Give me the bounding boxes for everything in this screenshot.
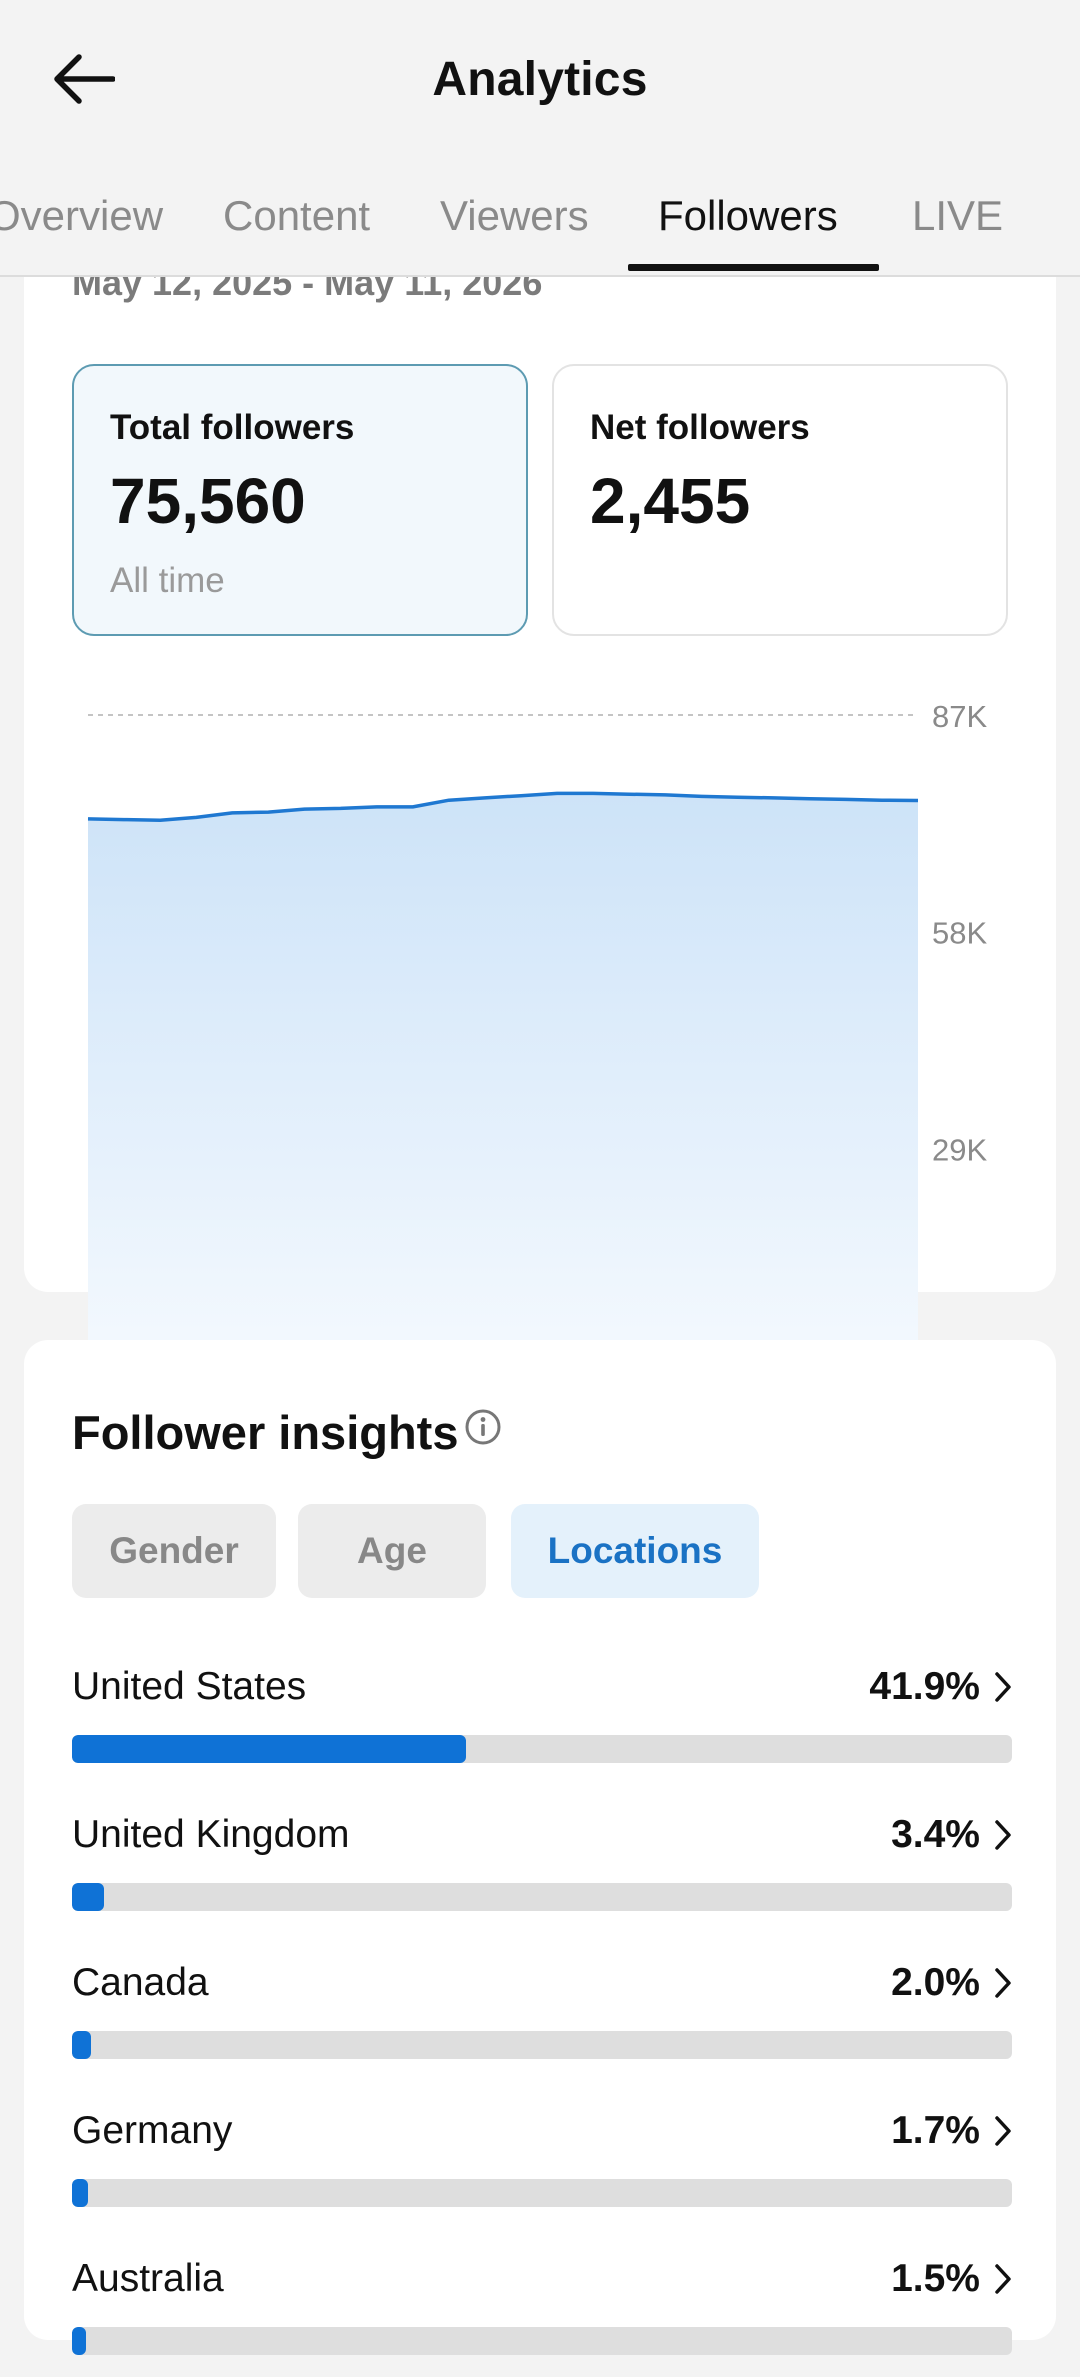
chip-age[interactable]: Age (298, 1504, 486, 1598)
total-followers-value: 75,560 (110, 464, 306, 538)
location-percent: 2.0% (891, 1961, 980, 2005)
y-tick-label: 29K (932, 1132, 987, 1167)
tab-followers[interactable]: Followers (658, 185, 838, 275)
location-percent: 3.4% (891, 1813, 980, 1857)
y-tick-label: 58K (932, 916, 987, 951)
total-followers-period: All time (110, 561, 225, 601)
progress-track (72, 2179, 1012, 2207)
active-tab-indicator (628, 264, 879, 271)
location-name: Germany (72, 2109, 232, 2153)
info-icon[interactable] (464, 1408, 502, 1451)
location-name: United Kingdom (72, 1813, 350, 1857)
progress-fill (72, 1883, 104, 1911)
chevron-right-icon (994, 1819, 1012, 1856)
progress-track (72, 2327, 1012, 2355)
followers-area-chart: 29K58K87KMay 12, 2025May 11, 2026 (24, 680, 1056, 1440)
followers-card: May 12, 2025 - May 11, 2026 Total follow… (24, 200, 1056, 1292)
location-row[interactable]: United Kingdom 3.4% (72, 1813, 1012, 1933)
location-percent: 1.7% (891, 2109, 980, 2153)
location-percent: 1.5% (891, 2257, 980, 2301)
chip-gender[interactable]: Gender (72, 1504, 276, 1598)
total-followers-label: Total followers (110, 408, 354, 448)
page-title: Analytics (0, 52, 1080, 107)
top-bar: Analytics Overview Content Viewers Follo… (0, 0, 1080, 277)
tab-live[interactable]: LIVE (912, 185, 1003, 275)
tab-content[interactable]: Content (223, 185, 370, 275)
series-area (88, 793, 918, 1365)
chevron-right-icon (994, 2115, 1012, 2152)
progress-track (72, 1735, 1012, 1763)
location-name: United States (72, 1665, 306, 1709)
progress-fill (72, 2031, 91, 2059)
progress-fill (72, 1735, 466, 1763)
follower-insights-card: Follower insights Gender Age Locations U… (24, 1340, 1056, 2340)
chip-locations[interactable]: Locations (511, 1504, 759, 1598)
net-followers-card[interactable]: Net followers 2,455 (552, 364, 1008, 636)
progress-track (72, 1883, 1012, 1911)
location-row[interactable]: Canada 2.0% (72, 1961, 1012, 2081)
progress-fill (72, 2179, 88, 2207)
location-row[interactable]: Germany 1.7% (72, 2109, 1012, 2229)
progress-track (72, 2031, 1012, 2059)
total-followers-card[interactable]: Total followers 75,560 All time (72, 364, 528, 636)
insights-title: Follower insights (72, 1405, 458, 1460)
y-tick-label: 87K (932, 699, 987, 734)
net-followers-value: 2,455 (590, 464, 750, 538)
tab-viewers[interactable]: Viewers (440, 185, 589, 275)
tab-bar: Overview Content Viewers Followers LIVE (0, 185, 1080, 275)
chevron-right-icon (994, 2263, 1012, 2300)
tabs-fade (1000, 160, 1080, 272)
location-name: Australia (72, 2257, 224, 2301)
location-row[interactable]: Australia 1.5% (72, 2257, 1012, 2377)
location-percent: 41.9% (869, 1665, 980, 1709)
chevron-right-icon (994, 1967, 1012, 2004)
location-row[interactable]: United States 41.9% (72, 1665, 1012, 1785)
progress-fill (72, 2327, 86, 2355)
location-name: Canada (72, 1961, 209, 2005)
net-followers-label: Net followers (590, 408, 810, 448)
chevron-right-icon (994, 1671, 1012, 1708)
tab-overview[interactable]: Overview (0, 185, 163, 275)
